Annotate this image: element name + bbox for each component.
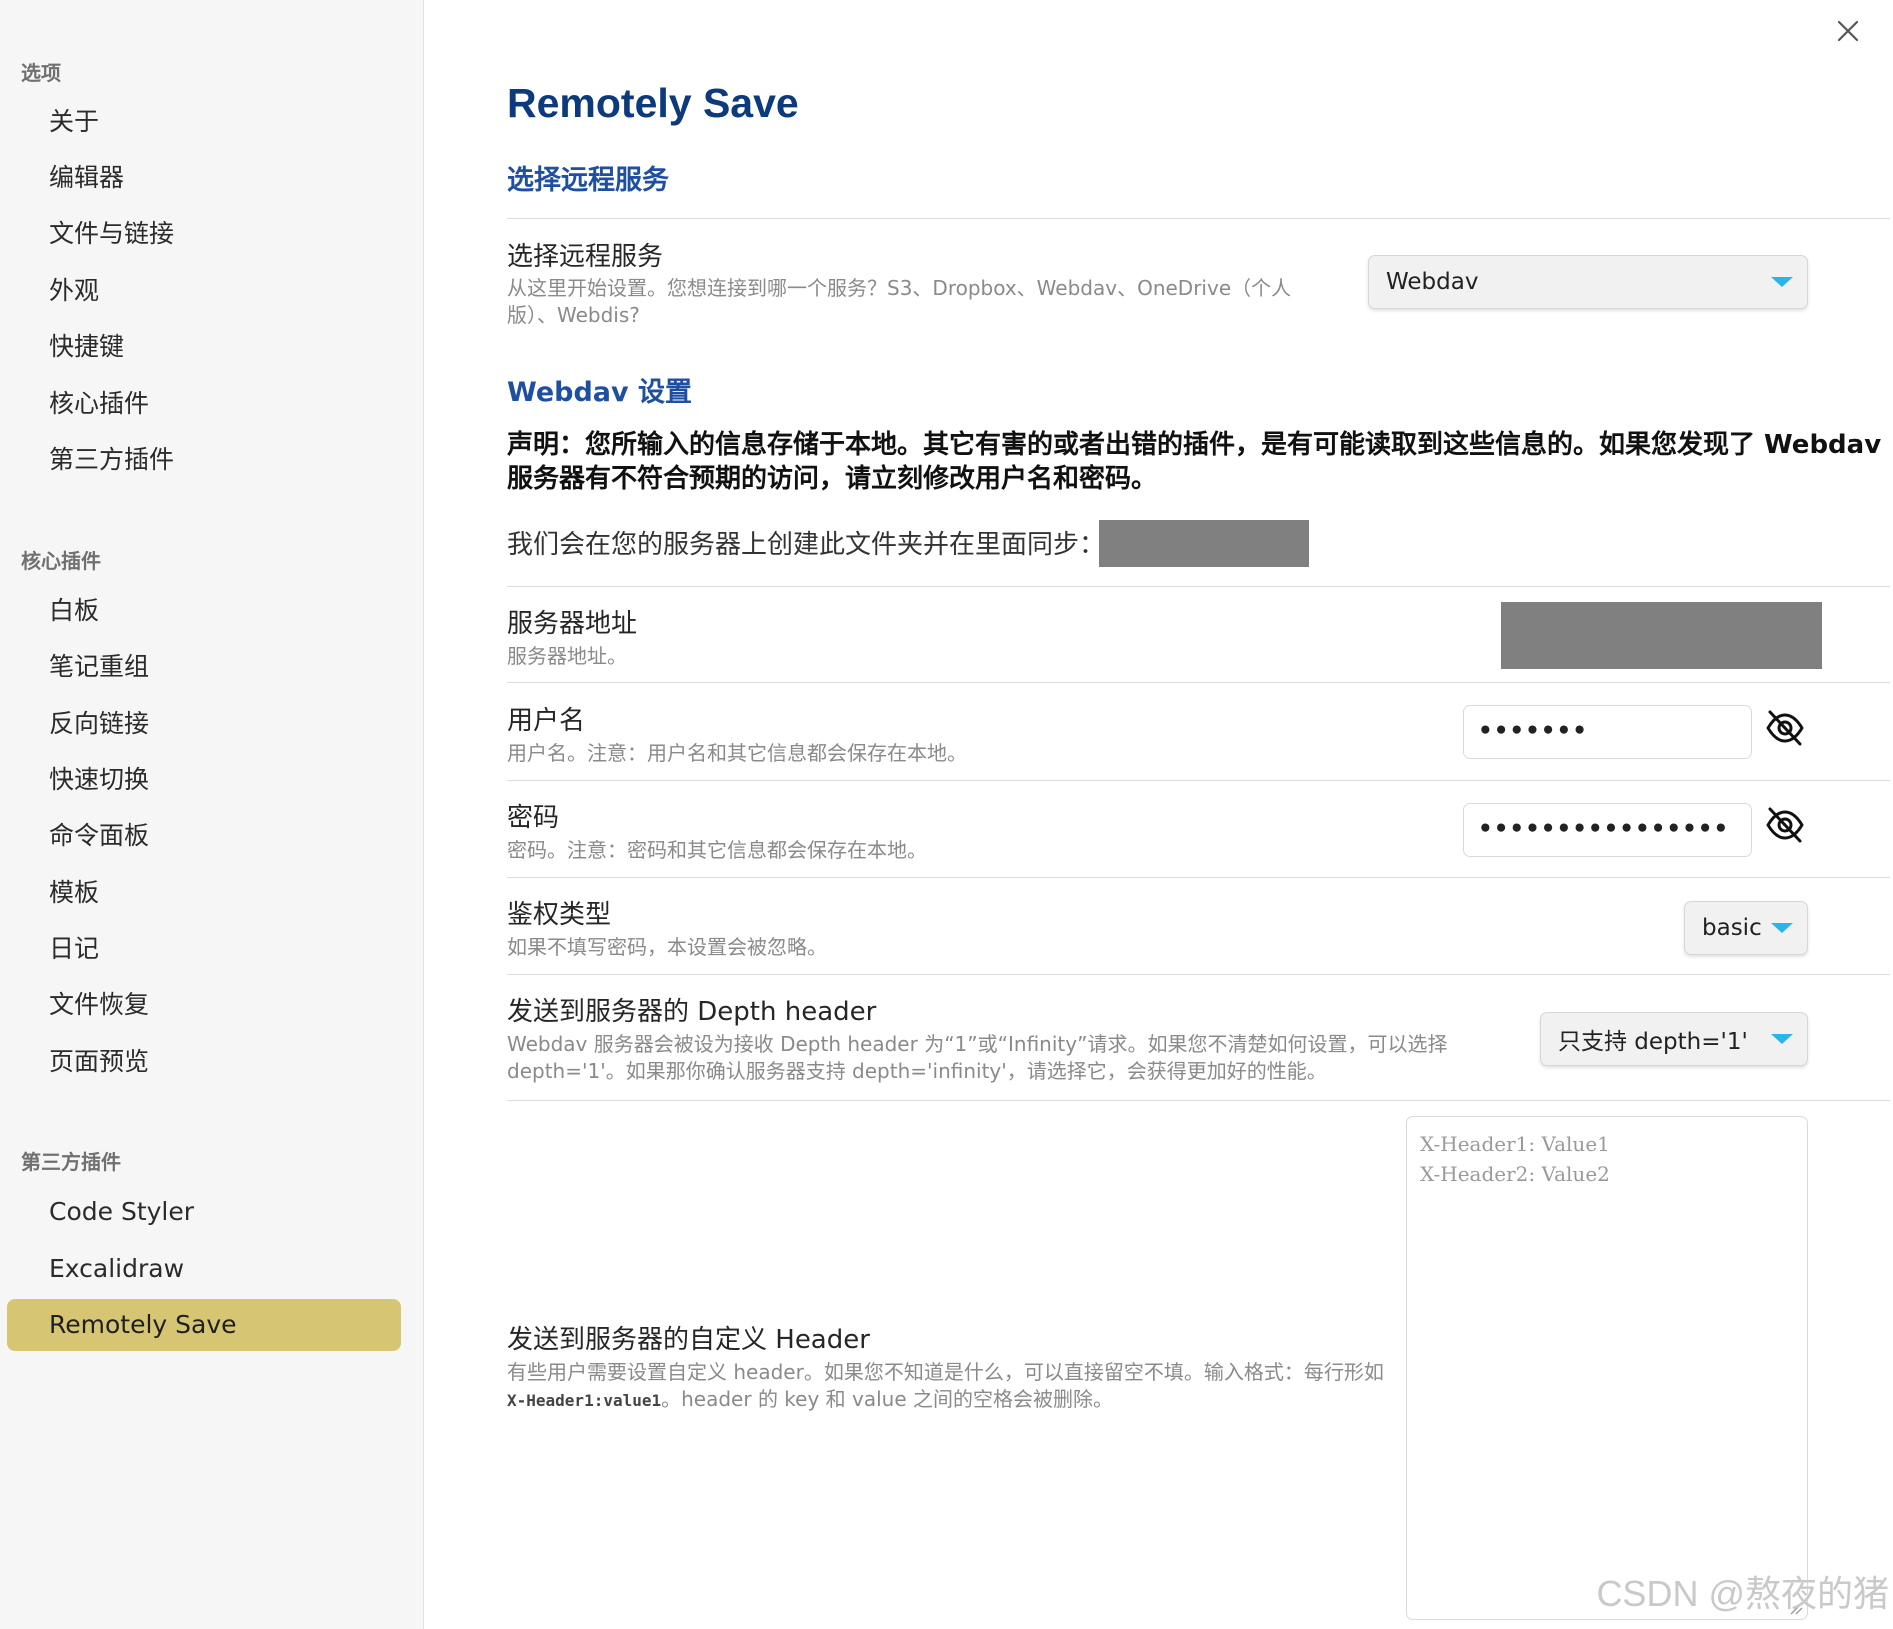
setting-desc-custom-header: 有些用户需要设置自定义 header。如果您不知道是什么，可以直接留空不填。输入… [507,1359,1387,1414]
sidebar-item-code-styler[interactable]: Code Styler [7,1186,401,1238]
sidebar-item-command-palette[interactable]: 命令面板 [7,810,401,862]
toggle-username-visibility-button[interactable] [1764,707,1806,749]
eye-off-icon [1766,807,1804,843]
setting-name-custom-header: 发送到服务器的自定义 Header [507,1325,870,1355]
sidebar-group-title-options: 选项 [21,61,61,85]
password-input[interactable]: •••••••••••••••• [1463,803,1752,857]
sidebar-group-title-core-plugins: 核心插件 [21,549,101,573]
section-heading-remote-service: 选择远程服务 [507,165,669,196]
sidebar-item-community-plugins[interactable]: 第三方插件 [7,434,401,486]
username-input[interactable]: ••••••• [1463,705,1752,759]
sidebar-item-daily-notes[interactable]: 日记 [7,923,401,975]
divider [507,586,1890,587]
setting-desc-auth-type: 如果不填写密码，本设置会被忽略。 [507,935,827,959]
remote-service-value: Webdav [1386,269,1479,295]
depth-header-value: 只支持 depth='1' [1558,1029,1748,1055]
remote-service-dropdown[interactable]: Webdav [1368,255,1808,309]
setting-name-remote-service: 选择远程服务 [507,242,664,272]
redacted-folder-name [1099,520,1309,567]
setting-desc-depth-header: Webdav 服务器会被设为接收 Depth header 为“1”或“Infi… [507,1032,1448,1083]
setting-desc-username: 用户名。注意：用户名和其它信息都会保存在本地。 [507,741,967,765]
setting-name-depth-header: 发送到服务器的 Depth header [507,997,877,1027]
setting-desc-remote-service: 从这里开始设置。您想连接到哪一个服务？S3、Dropbox、Webdav、One… [507,276,1292,327]
sidebar-item-hotkeys[interactable]: 快捷键 [7,321,401,373]
setting-name-password: 密码 [507,803,560,833]
sidebar-item-canvas[interactable]: 白板 [7,585,401,637]
sidebar-item-files-links[interactable]: 文件与链接 [7,208,401,260]
section-heading-webdav: Webdav 设置 [507,377,693,408]
sidebar-item-note-composer[interactable]: 笔记重组 [7,641,401,693]
sidebar-item-page-preview[interactable]: 页面预览 [7,1036,401,1088]
divider [507,974,1890,975]
auth-type-value: basic [1702,915,1762,941]
setting-desc-password: 密码。注意：密码和其它信息都会保存在本地。 [507,838,927,862]
watermark: CSDN @熬夜的猪 [1596,1573,1889,1614]
chevron-down-icon [1771,277,1793,287]
divider [507,877,1890,878]
chevron-down-icon [1771,1034,1793,1044]
sidebar-item-backlinks[interactable]: 反向链接 [7,698,401,750]
sidebar-item-remotely-save[interactable]: Remotely Save [7,1299,401,1351]
divider [507,682,1890,683]
sidebar-group-title-community-plugins: 第三方插件 [21,1150,121,1174]
toggle-password-visibility-button[interactable] [1764,804,1806,846]
custom-header-textarea[interactable]: X-Header1: Value1 X-Header2: Value2 [1406,1116,1808,1620]
sidebar-item-about[interactable]: 关于 [7,96,401,148]
security-notice: 声明：您所输入的信息存储于本地。其它有害的或者出错的插件，是有可能读取到这些信息… [507,430,1882,494]
sidebar-item-core-plugins[interactable]: 核心插件 [7,378,401,430]
depth-header-dropdown[interactable]: 只支持 depth='1' [1540,1012,1808,1066]
divider [507,218,1890,219]
sidebar-item-excalidraw[interactable]: Excalidraw [7,1243,401,1295]
auth-type-dropdown[interactable]: basic [1684,901,1808,955]
sidebar-item-templates[interactable]: 模板 [7,867,401,919]
divider [507,780,1890,781]
chevron-down-icon [1771,923,1793,933]
settings-sidebar: 选项 关于 编辑器 文件与链接 外观 快捷键 核心插件 第三方插件 核心插件 白… [0,0,424,1629]
sidebar-item-quick-switcher[interactable]: 快速切换 [7,754,401,806]
setting-name-auth-type: 鉴权类型 [507,900,612,930]
setting-name-server-address: 服务器地址 [507,609,638,639]
page-title: Remotely Save [507,80,799,126]
custom-header-desc-text: 有些用户需要设置自定义 header。如果您不知道是什么，可以直接留空不填。输入… [507,1360,1384,1384]
redacted-server-address-input[interactable] [1501,602,1822,669]
remote-folder-text: 我们会在您的服务器上创建此文件夹并在里面同步： [507,530,1106,560]
custom-header-format-code: X-Header1:value1 [507,1391,662,1410]
divider [507,1100,1890,1101]
settings-content: Remotely Save 选择远程服务 选择远程服务 从这里开始设置。您想连接… [423,0,1893,1629]
setting-name-username: 用户名 [507,706,586,736]
textarea-placeholder-line: X-Header1: Value1 [1420,1132,1610,1156]
setting-desc-server-address: 服务器地址。 [507,644,627,668]
custom-header-desc-note: 。header 的 key 和 value 之间的空格会被删除。 [661,1387,1114,1411]
textarea-placeholder-line: X-Header2: Value2 [1420,1162,1610,1186]
sidebar-item-editor[interactable]: 编辑器 [7,152,401,204]
eye-off-icon [1766,710,1804,746]
sidebar-item-appearance[interactable]: 外观 [7,265,401,317]
sidebar-item-file-recovery[interactable]: 文件恢复 [7,979,401,1031]
